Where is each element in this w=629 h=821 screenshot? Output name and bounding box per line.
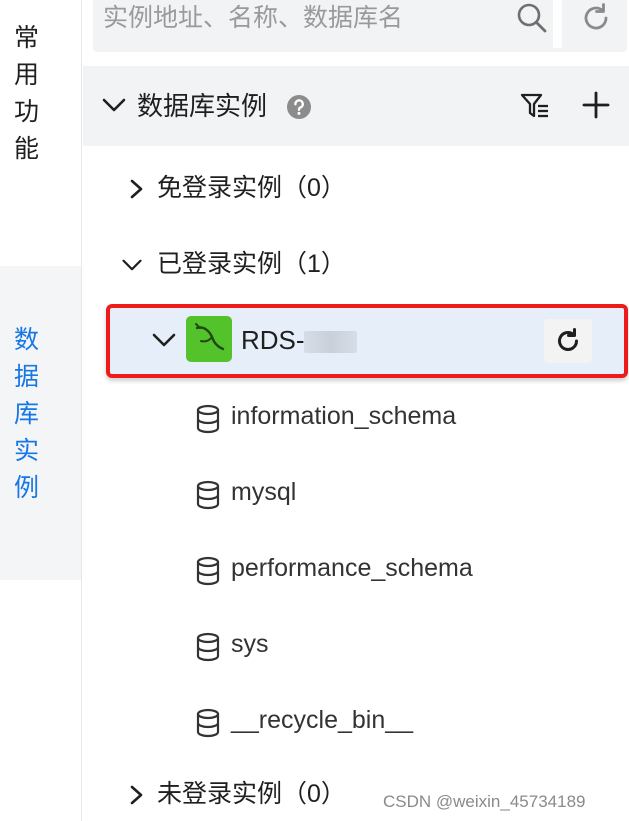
database-item[interactable]: performance_schema — [83, 540, 629, 600]
search-icon[interactable] — [514, 0, 550, 36]
database-item[interactable]: mysql — [83, 464, 629, 524]
search-bar — [83, 0, 629, 66]
tab-db-char: 库 — [14, 400, 40, 428]
database-name: mysql — [231, 478, 297, 506]
search-divider — [553, 0, 562, 48]
refresh-icon[interactable] — [578, 0, 614, 36]
side-rail: 常 用 功 能 数 据 库 实 例 — [0, 0, 82, 821]
tab-common-char: 功 — [14, 98, 40, 126]
instance-panel: 数据库实例 免登录实例（0） 已登录实例（1） — [83, 0, 629, 821]
group-label: 未登录实例（0） — [157, 780, 346, 808]
chevron-right-icon[interactable] — [125, 784, 147, 806]
tab-common-char: 常 — [14, 24, 40, 52]
highlight-frame — [106, 304, 628, 378]
database-icon — [196, 480, 220, 510]
search-input[interactable] — [103, 0, 533, 40]
filter-icon[interactable] — [519, 90, 551, 122]
chevron-down-icon[interactable] — [101, 94, 127, 116]
chevron-down-icon[interactable] — [121, 254, 143, 276]
tab-database-instances[interactable]: 数 据 库 实 例 — [0, 266, 81, 580]
group-no-login[interactable]: 免登录实例（0） — [83, 160, 629, 220]
database-icon — [196, 556, 220, 586]
section-header[interactable]: 数据库实例 — [83, 66, 629, 146]
database-icon — [196, 632, 220, 662]
tab-common-char: 用 — [14, 61, 40, 89]
database-name: information_schema — [231, 402, 457, 430]
tab-db-char: 据 — [14, 363, 40, 391]
group-logged-in[interactable]: 已登录实例（1） — [83, 236, 629, 296]
chevron-right-icon[interactable] — [125, 178, 147, 200]
add-icon[interactable] — [581, 90, 611, 120]
watermark-text: CSDN @weixin_45734189 — [383, 792, 586, 811]
help-icon[interactable] — [286, 94, 312, 120]
database-item[interactable]: information_schema — [83, 388, 629, 448]
group-label: 免登录实例（0） — [157, 174, 346, 202]
database-item[interactable]: sys — [83, 616, 629, 676]
tab-common-functions[interactable]: 常 用 功 能 — [0, 20, 81, 270]
tab-common-char: 能 — [14, 135, 40, 163]
database-icon — [196, 404, 220, 434]
database-name: sys — [231, 630, 269, 658]
database-icon — [196, 708, 220, 738]
tab-db-char: 数 — [14, 326, 40, 354]
database-item[interactable]: __recycle_bin__ — [83, 692, 629, 752]
tab-db-char: 实 — [14, 437, 40, 465]
group-label: 已登录实例（1） — [157, 250, 346, 278]
search-box — [93, 0, 627, 52]
database-name: performance_schema — [231, 554, 473, 582]
database-name: __recycle_bin__ — [231, 706, 414, 734]
section-title: 数据库实例 — [137, 91, 268, 121]
tab-db-char: 例 — [14, 474, 40, 502]
